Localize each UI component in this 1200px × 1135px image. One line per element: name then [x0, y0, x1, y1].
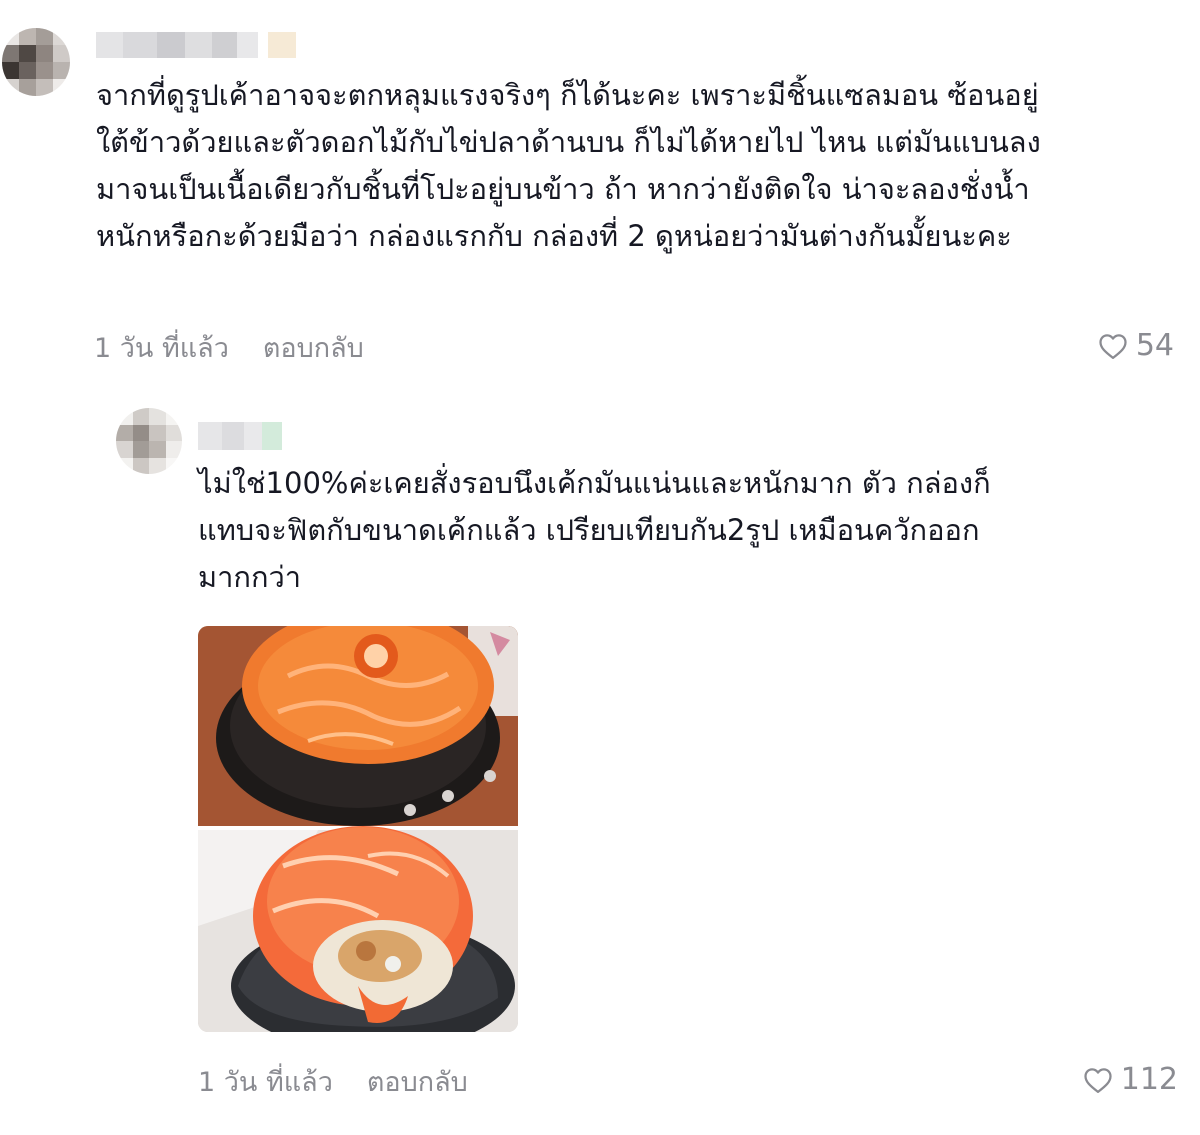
comment-text: ไม่ใช่100%ค่ะเคยสั่งรอบนึงเค้กมันแน่นและ…	[198, 466, 991, 594]
heart-outline-icon	[1083, 1066, 1113, 1094]
heart-outline-icon	[1098, 332, 1128, 360]
comment-time: 1 วัน ที่แล้ว	[198, 1067, 333, 1098]
avatar[interactable]	[2, 28, 70, 96]
like-button[interactable]: 54	[1098, 328, 1174, 363]
like-count: 54	[1135, 328, 1174, 363]
avatar[interactable]	[116, 408, 182, 474]
like-button[interactable]: 112	[1083, 1062, 1178, 1097]
comment-meta: 1 วัน ที่แล้ว ตอบกลับ	[198, 1060, 468, 1103]
comment-text: จากที่ดูรูปเค้าอาจจะตกหลุมแรงจริงๆ ก็ได้…	[96, 78, 1041, 253]
username-blurred[interactable]	[96, 32, 296, 58]
comment-time: 1 วัน ที่แล้ว	[94, 333, 229, 364]
like-count: 112	[1120, 1062, 1178, 1097]
username-blurred[interactable]	[198, 422, 288, 450]
comment-item: จากที่ดูรูปเค้าอาจจะตกหลุมแรงจริงๆ ก็ได้…	[0, 0, 1200, 380]
reply-button[interactable]: ตอบกลับ	[367, 1060, 468, 1103]
comment-photo[interactable]	[198, 626, 518, 1032]
comment-meta: 1 วัน ที่แล้ว ตอบกลับ	[94, 326, 364, 369]
reply-comment-item: ไม่ใช่100%ค่ะเคยสั่งรอบนึงเค้กมันแน่นและ…	[0, 390, 1200, 1135]
reply-button[interactable]: ตอบกลับ	[263, 326, 364, 369]
